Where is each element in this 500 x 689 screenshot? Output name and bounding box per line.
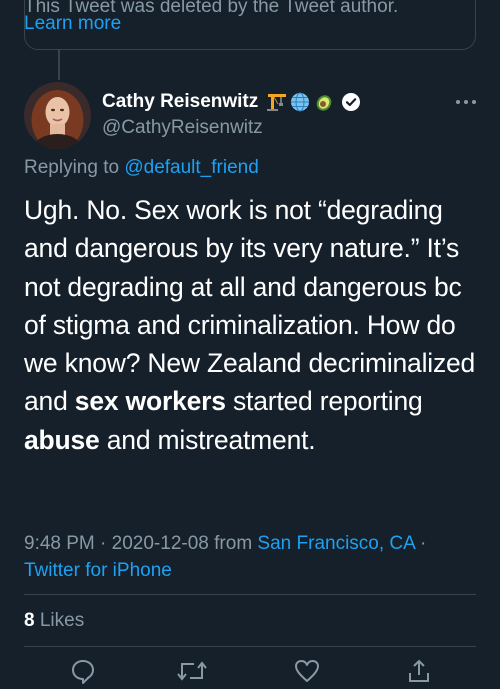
- client-link[interactable]: Twitter for iPhone: [24, 560, 172, 581]
- globe-icon: [290, 92, 310, 112]
- tweet-date[interactable]: 2020-12-08: [112, 533, 209, 554]
- divider: [24, 646, 476, 647]
- tweet-bold-text: sex workers: [74, 386, 226, 417]
- avatar[interactable]: [24, 82, 91, 149]
- like-icon[interactable]: [294, 658, 320, 684]
- replying-prefix: Replying to: [24, 157, 120, 178]
- tweet-text-part: Ugh. No. Sex work is not “degrading and …: [24, 195, 476, 417]
- tweet-bold-text: abuse: [24, 424, 100, 455]
- learn-more-link[interactable]: Learn more: [24, 13, 121, 35]
- tweet-text: Ugh. No. Sex work is not “degrading and …: [24, 191, 479, 459]
- replying-to-line: Replying to @default_friend: [24, 157, 259, 179]
- reply-icon[interactable]: [70, 658, 96, 684]
- verified-badge-icon: [341, 92, 361, 112]
- location-link[interactable]: San Francisco, CA: [257, 533, 414, 554]
- retweet-icon[interactable]: [177, 658, 207, 684]
- thread-connector-line: [58, 50, 60, 80]
- avocado-icon: [314, 92, 334, 112]
- likes-count: 8: [24, 610, 35, 631]
- replying-to-handle-link[interactable]: @default_friend: [124, 157, 258, 178]
- more-options-icon[interactable]: [454, 94, 478, 110]
- author-name: Cathy Reisenwitz: [102, 91, 259, 112]
- author-name-row[interactable]: Cathy Reisenwitz: [102, 91, 361, 113]
- likes-label: Likes: [39, 610, 85, 631]
- author-handle[interactable]: @CathyReisenwitz: [102, 117, 263, 139]
- likes-count-link[interactable]: 8 Likes: [24, 610, 84, 632]
- tweet-metadata: 9:48 PM · 2020-12-08 from San Francisco,…: [24, 530, 479, 584]
- share-icon[interactable]: [406, 658, 432, 684]
- tweet-time[interactable]: 9:48 PM: [24, 533, 95, 554]
- construction-crane-icon: [266, 92, 287, 112]
- separator: ·: [100, 533, 107, 554]
- divider: [24, 594, 476, 595]
- from-label: from: [214, 533, 253, 554]
- separator: ·: [420, 533, 427, 554]
- tweet-text-part: and mistreatment.: [99, 424, 316, 455]
- tweet-text-part: started reporting: [225, 386, 423, 417]
